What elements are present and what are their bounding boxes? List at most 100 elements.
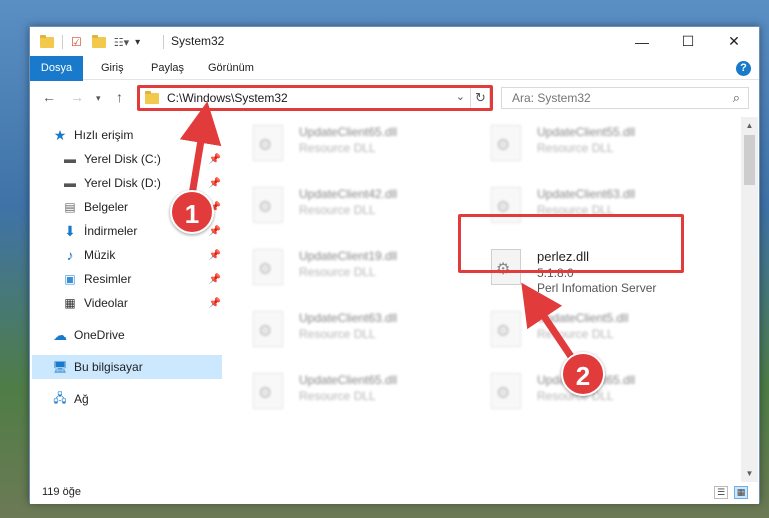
- file-item[interactable]: UpdateClient63.dll Resource DLL: [227, 303, 457, 353]
- sidebar-item-label: Ağ: [74, 392, 89, 406]
- navigation-bar: ← → ▾ ↑ C:\Windows\System32 ⌄ ↻ ⌕: [30, 81, 759, 115]
- scroll-down-icon[interactable]: ▼: [741, 465, 758, 482]
- pin-icon[interactable]: 📌: [209, 298, 221, 309]
- file-item[interactable]: UpdateClient19.dll Resource DLL: [227, 241, 457, 291]
- customize-toolbar-icon[interactable]: ☷▾: [114, 36, 129, 49]
- file-item[interactable]: UpdateClient55.dll Resource DLL: [465, 117, 695, 167]
- file-list: UpdateClient65.dll Resource DLL UpdateCl…: [227, 117, 741, 482]
- drive-icon: ▬: [64, 152, 76, 166]
- cloud-icon: ☁: [53, 326, 67, 343]
- dll-file-icon: [253, 373, 283, 409]
- sidebar-item-label: Yerel Disk (C:): [84, 152, 161, 166]
- callout-2: 2: [561, 352, 605, 396]
- sidebar-item-this-pc[interactable]: 🖥 Bu bilgisayar: [32, 355, 222, 379]
- details-view-icon[interactable]: ☰: [714, 486, 728, 499]
- file-name: UpdateClient19.dll: [299, 249, 398, 263]
- sidebar-item-label: Videolar: [84, 296, 128, 310]
- callout-1: 1: [170, 190, 214, 234]
- file-item[interactable]: UpdateClient65.dll Resource DLL: [227, 117, 457, 167]
- music-icon: ♪: [66, 247, 74, 263]
- pin-icon[interactable]: 📌: [209, 154, 221, 165]
- dll-file-icon: [253, 249, 283, 285]
- sidebar-item-label: Resimler: [84, 272, 132, 286]
- document-icon: ▤: [64, 200, 76, 214]
- tiles-view-icon[interactable]: ▦: [734, 486, 748, 499]
- tab-share[interactable]: Paylaş: [141, 56, 194, 80]
- sidebar-item-label: Bu bilgisayar: [74, 360, 143, 374]
- computer-icon: 🖥: [52, 360, 68, 374]
- scroll-up-icon[interactable]: ▲: [741, 117, 758, 134]
- up-arrow-icon[interactable]: ↑: [116, 89, 123, 105]
- file-item[interactable]: UpdateClient42.dll Resource DLL: [227, 179, 457, 229]
- pin-icon[interactable]: 📌: [209, 178, 221, 189]
- pin-icon[interactable]: 📌: [209, 250, 221, 261]
- sidebar-item-label: OneDrive: [74, 328, 125, 342]
- search-input[interactable]: [512, 88, 712, 108]
- download-icon: ⬇: [64, 222, 76, 239]
- dll-file-icon: [491, 125, 521, 161]
- status-bar: 119 öğe ☰ ▦: [30, 482, 759, 504]
- file-description: Resource DLL: [299, 203, 376, 217]
- address-highlight-box: [137, 85, 493, 111]
- file-name: UpdateClient42.dll: [299, 187, 398, 201]
- tab-home[interactable]: Giriş: [91, 56, 134, 80]
- dll-file-icon: [253, 311, 283, 347]
- window-title: System32: [171, 34, 225, 48]
- sidebar-item-label: Hızlı erişim: [74, 128, 134, 142]
- file-name: UpdateClient65.dll: [299, 125, 398, 139]
- toolbar-divider: [62, 35, 63, 49]
- pin-icon[interactable]: 📌: [209, 274, 221, 285]
- recent-locations-icon[interactable]: ▾: [96, 93, 101, 104]
- file-name: UpdateClient63.dll: [299, 311, 398, 325]
- sidebar-item-pictures[interactable]: ▣ Resimler 📌: [30, 267, 223, 291]
- quick-access-toolbar: ☑ ☷▾ ▾: [40, 33, 140, 51]
- vertical-scrollbar[interactable]: ▲ ▼: [741, 117, 758, 482]
- minimize-button[interactable]: —: [619, 27, 665, 56]
- sidebar-item-disk-c[interactable]: ▬ Yerel Disk (C:) 📌: [30, 147, 223, 171]
- file-name: UpdateClient63.dll: [537, 187, 636, 201]
- sidebar-item-music[interactable]: ♪ Müzik 📌: [30, 243, 223, 267]
- file-description: Perl Infomation Server: [537, 281, 657, 295]
- properties-icon[interactable]: ☑: [71, 35, 82, 49]
- file-item[interactable]: UpdateClient65.dll Resource DLL: [227, 365, 457, 415]
- close-button[interactable]: ✕: [711, 27, 757, 56]
- file-name: UpdateClient55.dll: [537, 125, 636, 139]
- sidebar-item-network[interactable]: 🖧 Ağ: [30, 387, 223, 411]
- file-description: Resource DLL: [537, 327, 614, 341]
- file-description: Resource DLL: [299, 265, 376, 279]
- help-button[interactable]: ?: [736, 61, 751, 76]
- new-folder-icon[interactable]: [91, 34, 106, 48]
- file-name: UpdateClient65.dll: [299, 373, 398, 387]
- dll-file-icon: [491, 311, 521, 347]
- file-highlight-box: [458, 214, 684, 273]
- tab-view[interactable]: Görünüm: [198, 56, 264, 80]
- star-icon: ★: [53, 126, 67, 143]
- title-divider: [163, 35, 164, 49]
- pin-icon[interactable]: 📌: [209, 226, 221, 237]
- sidebar-item-label: Belgeler: [84, 200, 129, 214]
- toolbar-dropdown-icon[interactable]: ▾: [135, 37, 140, 48]
- forward-arrow-icon[interactable]: →: [70, 89, 84, 105]
- drive-icon: ▬: [64, 176, 76, 190]
- sidebar-item-onedrive[interactable]: ☁ OneDrive: [30, 323, 223, 347]
- scrollbar-thumb[interactable]: [744, 135, 755, 185]
- navigation-pane: ★ Hızlı erişim ▬ Yerel Disk (C:) 📌 ▬ Yer…: [30, 117, 226, 482]
- sidebar-item-quick-access[interactable]: ★ Hızlı erişim: [30, 123, 223, 147]
- file-description: Resource DLL: [537, 141, 614, 155]
- sidebar-item-label: Müzik: [84, 248, 116, 262]
- search-icon[interactable]: ⌕: [733, 90, 740, 106]
- sidebar-item-videos[interactable]: ▦ Videolar 📌: [30, 291, 223, 315]
- file-name: UpdateClient5.dll: [537, 311, 629, 325]
- file-description: Resource DLL: [299, 389, 376, 403]
- sidebar-item-label: Yerel Disk (D:): [84, 176, 161, 190]
- search-box[interactable]: ⌕: [501, 87, 749, 109]
- maximize-button[interactable]: ☐: [665, 27, 711, 56]
- dll-file-icon: [253, 125, 283, 161]
- folder-icon: [40, 34, 54, 48]
- back-arrow-icon[interactable]: ←: [42, 89, 56, 105]
- file-item[interactable]: UpdateClient5.dll Resource DLL: [465, 303, 695, 353]
- network-icon: 🖧: [53, 390, 67, 405]
- image-icon: ▣: [64, 272, 76, 286]
- file-description: Resource DLL: [299, 327, 376, 341]
- sidebar-item-label: İndirmeler: [84, 224, 138, 238]
